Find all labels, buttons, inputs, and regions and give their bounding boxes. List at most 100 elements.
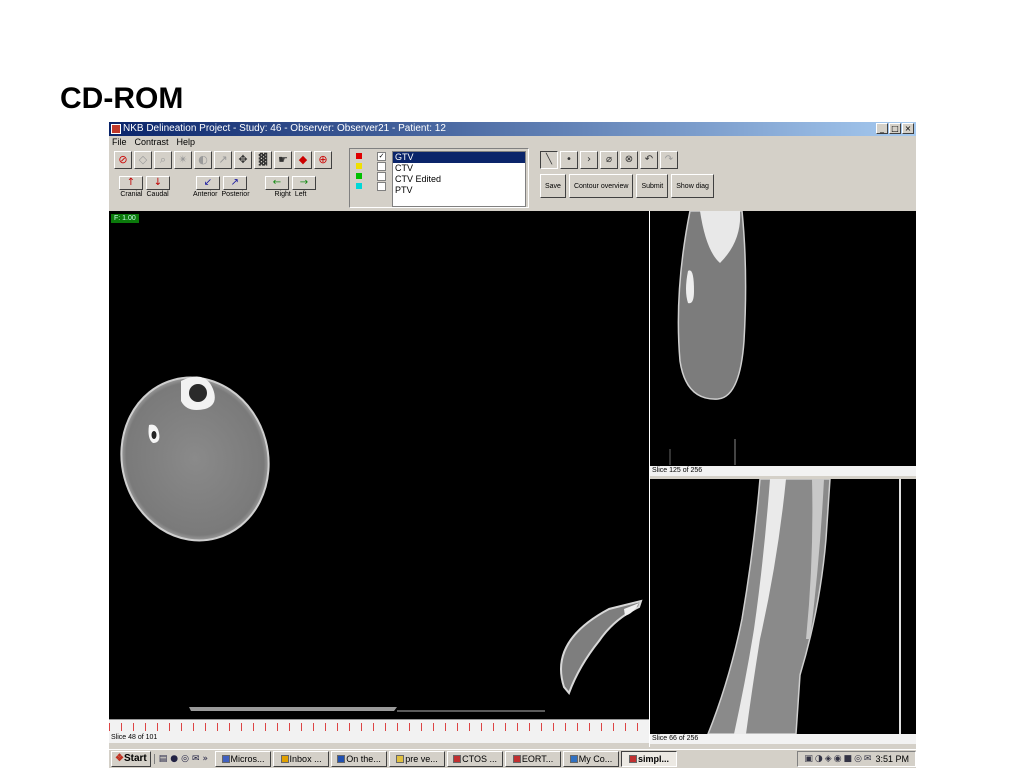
structure-visibility-checkbox[interactable] (377, 172, 386, 181)
zoom-icon[interactable]: ⌕ (154, 151, 172, 169)
sagittal-view[interactable] (650, 211, 916, 466)
quick-launch-icon[interactable]: ● (170, 754, 178, 764)
cancel-icon[interactable]: ⊘ (114, 151, 132, 169)
minimize-button[interactable]: _ (876, 123, 888, 134)
taskbar-task-button[interactable]: CTOS ... (447, 751, 504, 767)
axial-view[interactable]: F: 1.00 (109, 211, 649, 719)
system-tray: ▣ ◑ ◈ ◉ ■ ◎ ✉ 3:51 PM (797, 751, 916, 767)
quick-launch-icon[interactable]: ◎ (181, 754, 189, 764)
taskbar-task-button[interactable]: My Co... (563, 751, 620, 767)
taskbar-task-button[interactable]: EORT... (505, 751, 562, 767)
paint-icon[interactable]: ◆ (294, 151, 312, 169)
anterior-button[interactable]: ↙ (195, 176, 220, 190)
tray-icon[interactable]: ◑ (815, 754, 823, 764)
cranial-button[interactable]: ↑ (119, 176, 143, 190)
nav-labels: Cranial Caudal (120, 191, 168, 198)
tray-icons: ▣ ◑ ◈ ◉ ■ ◎ ✉ (804, 754, 871, 764)
task-label: Inbox ... (289, 754, 322, 764)
menu-contrast[interactable]: Contrast (135, 136, 169, 148)
axial-ct-image (120, 376, 643, 712)
tray-icon[interactable]: ■ (844, 754, 853, 764)
tray-icon[interactable]: ▣ (804, 754, 813, 764)
structure-color-swatch (356, 163, 362, 169)
taskbar-task-button[interactable]: On the... (331, 751, 388, 767)
tray-icon[interactable]: ◈ (825, 754, 832, 764)
left-button[interactable]: → (292, 176, 316, 190)
windows-logo-icon: ❖ (115, 753, 124, 764)
coronal-view[interactable] (650, 479, 916, 734)
undo-icon[interactable]: ↶ (640, 151, 658, 169)
structure-list-item[interactable]: CTV Edited (393, 174, 525, 185)
window-titlebar[interactable]: NKB Delineation Project - Study: 46 - Ob… (109, 122, 916, 136)
maximize-button[interactable]: □ (889, 123, 901, 134)
menu-help[interactable]: Help (177, 136, 196, 148)
close-button[interactable]: × (902, 123, 914, 134)
quick-launch-icon[interactable]: » (203, 754, 209, 764)
task-buttons: Micros... Inbox ... On the... pre ve... CTOS… (215, 751, 678, 767)
nav-labels: Anterior Posterior (193, 191, 250, 198)
coronal-slice-label: Slice 66 of 256 (650, 734, 916, 744)
contrast-icon[interactable]: ◐ (194, 151, 212, 169)
submit-button[interactable]: Submit (636, 174, 669, 198)
quick-launch-icon[interactable]: ✉ (192, 754, 200, 764)
nav-buttons: ↙ ↗ (195, 176, 247, 190)
taskbar-task-button[interactable]: simpl... (621, 751, 678, 767)
taskbar-task-button[interactable]: Micros... (215, 751, 272, 767)
structure-visibility-checkbox[interactable] (377, 162, 386, 171)
show-diag-button[interactable]: Show diag (671, 174, 714, 198)
task-app-icon (221, 755, 230, 763)
task-app-icon (337, 755, 346, 763)
erase-tool-icon[interactable]: ⌀ (600, 151, 618, 169)
menu-file[interactable]: File (112, 136, 127, 148)
structure-swatches (356, 153, 362, 189)
structure-list-item[interactable]: PTV (393, 185, 525, 196)
tray-icon[interactable]: ◎ (854, 754, 862, 764)
structure-panel: ✓ GTV CTV CTV Edited PTV (349, 148, 529, 208)
app-icon (111, 124, 121, 134)
structure-visibility-checkbox[interactable] (377, 182, 386, 191)
nav-label: Cranial (120, 191, 143, 198)
taskbar-task-button[interactable]: Inbox ... (273, 751, 330, 767)
nav-label: Left (294, 191, 307, 198)
point-add-icon[interactable]: • (560, 151, 578, 169)
clock[interactable]: 3:51 PM (875, 754, 909, 764)
target-icon[interactable]: ⊕ (314, 151, 332, 169)
app-window: NKB Delineation Project - Study: 46 - Ob… (109, 122, 916, 768)
redo-icon[interactable]: ↷ (660, 151, 678, 169)
quick-launch-icon[interactable]: ▤ (159, 754, 168, 764)
eraser-icon[interactable]: ◇ (134, 151, 152, 169)
hand-icon[interactable]: ☛ (274, 151, 292, 169)
clear-icon[interactable]: ⊗ (620, 151, 638, 169)
task-label: Micros... (230, 754, 265, 764)
sagittal-slice-label: Slice 125 of 256 (650, 466, 916, 476)
task-label: CTOS ... (462, 754, 497, 764)
zoom-indicator: F: 1.00 (111, 214, 139, 223)
contour-overview-button[interactable]: Contour overview (568, 174, 634, 198)
save-button[interactable]: Save (540, 174, 566, 198)
nav-label: Posterior (221, 191, 250, 198)
pan-icon[interactable]: ✥ (234, 151, 252, 169)
nav-label: Right (274, 191, 291, 198)
measure-icon[interactable]: ↗ (214, 151, 232, 169)
grid-icon[interactable]: ▓ (254, 151, 272, 169)
tray-icon[interactable]: ◉ (834, 754, 842, 764)
structure-list[interactable]: GTV CTV CTV Edited PTV (392, 151, 526, 207)
slice-ruler[interactable] (109, 719, 649, 733)
task-app-icon (453, 755, 462, 763)
structure-color-swatch (356, 183, 362, 189)
taskbar-task-button[interactable]: pre ve... (389, 751, 446, 767)
structure-visibility-checkbox[interactable]: ✓ (377, 152, 386, 161)
start-button[interactable]: ❖Start (111, 751, 151, 767)
right-button[interactable]: ← (265, 176, 289, 190)
start-label: Start (123, 753, 147, 764)
structure-list-item[interactable]: CTV (393, 163, 525, 174)
posterior-button[interactable]: ↗ (222, 176, 247, 190)
structure-color-swatch (356, 173, 362, 179)
sparkle-icon[interactable]: ✴ (174, 151, 192, 169)
point-move-icon[interactable]: › (580, 151, 598, 169)
nav-label: Caudal (146, 191, 169, 198)
tray-icon[interactable]: ✉ (864, 754, 872, 764)
structure-list-item[interactable]: GTV (393, 152, 525, 163)
line-tool-icon[interactable]: ╲ (540, 151, 558, 169)
caudal-button[interactable]: ↓ (146, 176, 170, 190)
